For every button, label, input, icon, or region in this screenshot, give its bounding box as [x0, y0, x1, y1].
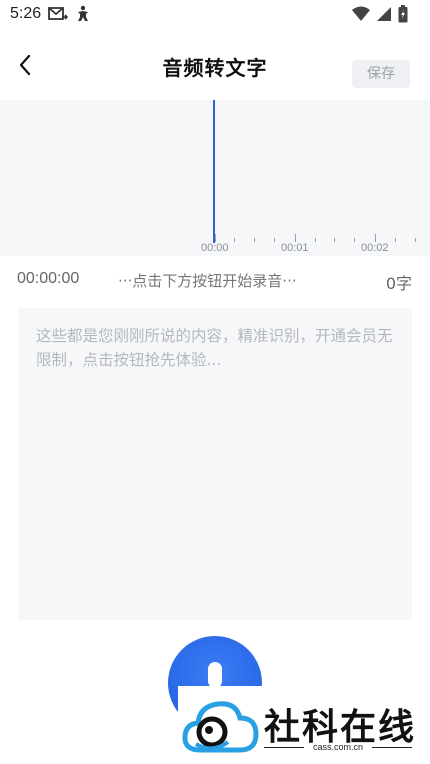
save-button[interactable]: 保存: [352, 60, 410, 88]
timeline-label: 00:00: [201, 242, 229, 254]
wifi-icon: [352, 6, 370, 26]
watermark-rule: [372, 747, 412, 748]
elapsed-time: 00:00:00: [17, 270, 80, 287]
timeline-tick: [354, 238, 355, 242]
timeline-tick: [415, 238, 416, 242]
timeline-tick: [375, 234, 376, 242]
watermark: 社科在线 cass.com.cn: [178, 686, 428, 760]
cloud-logo-icon: [182, 701, 259, 753]
timeline-tick: [315, 238, 316, 242]
timeline-tick: [254, 238, 255, 242]
playhead-cursor: [213, 100, 215, 243]
transcript-placeholder: 这些都是您刚刚所说的内容，精准识别，开通会员无限制，点击按钮抢先体验...: [36, 327, 393, 369]
mail-notification-icon: [48, 5, 69, 27]
status-time: 5:26: [10, 5, 42, 22]
timeline-tick: [215, 234, 216, 242]
recording-info-row: 00:00:00 ···点击下方按钮开始录音··· 0字: [0, 262, 430, 296]
status-bar: 5:26: [0, 0, 430, 30]
word-count: 0字: [385, 274, 412, 293]
header: 音频转文字 保存: [0, 38, 430, 94]
recording-hint: ···点击下方按钮开始录音···: [118, 272, 297, 290]
timeline-tick: [295, 234, 296, 242]
timeline-label: 00:02: [361, 242, 389, 254]
transcript-area[interactable]: 这些都是您刚刚所说的内容，精准识别，开通会员无限制，点击按钮抢先体验...: [18, 308, 412, 620]
accessibility-icon: [74, 5, 92, 27]
timeline-tick: [234, 238, 235, 242]
timeline-tick: [395, 238, 396, 242]
signal-icon: [376, 6, 392, 26]
waveform-panel[interactable]: 00:00 00:01 00:02: [0, 100, 430, 256]
timeline-label: 00:01: [281, 242, 309, 254]
timeline-tick: [274, 238, 275, 242]
timeline-tick: [334, 238, 335, 242]
battery-icon: [398, 5, 408, 27]
